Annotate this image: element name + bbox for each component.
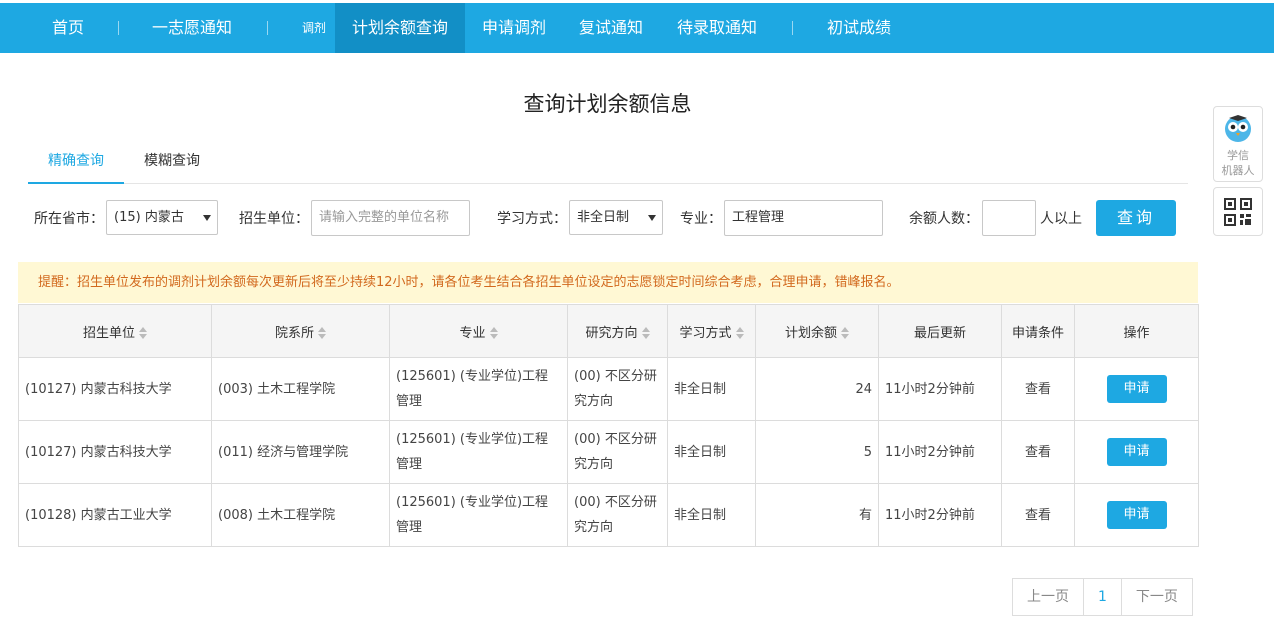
cell-remain: 24 (755, 357, 879, 421)
apply-button[interactable]: 申请 (1106, 375, 1167, 403)
page-title: 查询计划余额信息 (523, 92, 692, 116)
cell-dept: (008) 土木工程学院 (211, 483, 390, 547)
header-major[interactable]: 专业 (389, 304, 568, 358)
header-remain[interactable]: 计划余额 (755, 304, 879, 358)
results-table: 招生单位 院系所 专业 研究方向 学习方式 计划余额 最后更新 申请条件 操作 … (18, 304, 1199, 547)
notice-banner: 提醒：招生单位发布的调剂计划余额每次更新后将至少持续12小时，请各位考生结合各招… (18, 262, 1198, 303)
table-row: (10127) 内蒙古科技大学 (011) 经济与管理学院 (125601) (… (18, 420, 1199, 484)
cell-dept: (011) 经济与管理学院 (211, 420, 390, 484)
mode-label: 学习方式： (497, 211, 567, 227)
remain-suffix: 人以上 (1040, 211, 1082, 227)
cell-direction: (00) 不区分研究方向 (567, 420, 668, 484)
cell-action: 申请 (1074, 420, 1199, 484)
header-action: 操作 (1074, 304, 1199, 358)
table-row: (10127) 内蒙古科技大学 (003) 土木工程学院 (125601) (专… (18, 357, 1199, 421)
province-label: 所在省市： (34, 211, 104, 227)
cell-unit-link[interactable]: (10128) 内蒙古工业大学 (18, 483, 212, 547)
header-condition: 申请条件 (1001, 304, 1075, 358)
nav-separator (792, 21, 793, 35)
cell-direction: (00) 不区分研究方向 (567, 357, 668, 421)
robot-label-line2: 机器人 (1221, 164, 1255, 177)
next-page-button[interactable]: 下一页 (1122, 579, 1192, 615)
remain-label: 余额人数： (909, 211, 979, 227)
cell-updated: 11小时2分钟前 (878, 483, 1002, 547)
nav-plan-balance-query[interactable]: 计划余额查询 (335, 3, 465, 53)
nav-first-choice-notice[interactable]: 一志愿通知 (152, 3, 232, 53)
top-nav: 首页 一志愿通知 调剂 计划余额查询 申请调剂 复试通知 待录取通知 初试成绩 (0, 3, 1274, 53)
sort-icon[interactable] (641, 327, 650, 339)
nav-retest-notice[interactable]: 复试通知 (579, 3, 643, 53)
view-condition-link[interactable]: 查看 (1001, 420, 1075, 484)
apply-button[interactable]: 申请 (1106, 501, 1167, 529)
major-label: 专业： (680, 211, 722, 227)
nav-adjustment[interactable]: 调剂 (302, 3, 326, 53)
tab-fuzzy-query[interactable]: 模糊查询 (144, 150, 200, 170)
prev-page-button[interactable]: 上一页 (1013, 579, 1084, 615)
header-direction[interactable]: 研究方向 (567, 304, 668, 358)
qr-code-widget[interactable] (1213, 187, 1263, 236)
tab-exact-query[interactable]: 精确查询 (48, 150, 104, 170)
major-input[interactable]: 工程管理 (724, 200, 883, 236)
cell-dept: (003) 土木工程学院 (211, 357, 390, 421)
table-header-row: 招生单位 院系所 专业 研究方向 学习方式 计划余额 最后更新 申请条件 操作 (18, 304, 1199, 358)
sort-icon[interactable] (489, 327, 498, 339)
cell-major: (125601) (专业学位)工程管理 (389, 483, 568, 547)
cell-updated: 11小时2分钟前 (878, 420, 1002, 484)
view-condition-link[interactable]: 查看 (1001, 483, 1075, 547)
nav-separator (267, 21, 268, 35)
nav-home[interactable]: 首页 (52, 3, 84, 53)
query-button[interactable]: 查询 (1096, 200, 1176, 236)
chevron-down-icon (648, 214, 656, 221)
cell-action: 申请 (1074, 483, 1199, 547)
cell-unit-link[interactable]: (10127) 内蒙古科技大学 (18, 420, 212, 484)
header-dept[interactable]: 院系所 (211, 304, 390, 358)
cell-unit-link[interactable]: (10127) 内蒙古科技大学 (18, 357, 212, 421)
cell-major: (125601) (专业学位)工程管理 (389, 420, 568, 484)
robot-assistant-widget[interactable]: 学信 机器人 (1213, 106, 1263, 182)
nav-initial-scores[interactable]: 初试成绩 (827, 3, 891, 53)
nav-apply-adjustment[interactable]: 申请调剂 (482, 3, 546, 53)
sort-icon[interactable] (139, 327, 147, 339)
tab-active-indicator (28, 182, 124, 184)
header-updated: 最后更新 (878, 304, 1002, 358)
cell-mode: 非全日制 (667, 357, 756, 421)
cell-remain: 有 (755, 483, 879, 547)
unit-input-placeholder: 请输入完整的单位名称 (319, 210, 450, 225)
province-select-value: (15) 内蒙古 (114, 210, 184, 225)
unit-input[interactable]: 请输入完整的单位名称 (311, 200, 470, 236)
nav-separator (118, 21, 119, 35)
chevron-down-icon (203, 214, 211, 221)
cell-remain: 5 (755, 420, 879, 484)
qr-code-icon (1224, 198, 1252, 226)
mode-select[interactable]: 非全日制 (569, 200, 663, 235)
remain-count-input[interactable] (982, 200, 1036, 236)
pagination: 上一页 1 下一页 (1012, 578, 1193, 616)
header-mode[interactable]: 学习方式 (667, 304, 756, 358)
cell-action: 申请 (1074, 357, 1199, 421)
robot-label-line1: 学信 (1227, 149, 1249, 162)
major-input-value: 工程管理 (732, 210, 785, 225)
sort-icon[interactable] (318, 327, 326, 339)
header-unit[interactable]: 招生单位 (18, 304, 212, 358)
mode-select-value: 非全日制 (577, 210, 630, 225)
unit-label: 招生单位： (239, 211, 309, 227)
tab-divider (28, 183, 1188, 184)
province-select[interactable]: (15) 内蒙古 (106, 200, 218, 235)
sort-icon[interactable] (735, 327, 744, 339)
cell-direction: (00) 不区分研究方向 (567, 483, 668, 547)
apply-button[interactable]: 申请 (1106, 438, 1167, 466)
page-number-current[interactable]: 1 (1084, 579, 1122, 615)
robot-owl-icon (1225, 115, 1251, 142)
sort-icon[interactable] (841, 327, 849, 339)
cell-mode: 非全日制 (667, 420, 756, 484)
cell-updated: 11小时2分钟前 (878, 357, 1002, 421)
table-row: (10128) 内蒙古工业大学 (008) 土木工程学院 (125601) (专… (18, 483, 1199, 547)
view-condition-link[interactable]: 查看 (1001, 357, 1075, 421)
nav-pending-admission-notice[interactable]: 待录取通知 (677, 3, 757, 53)
cell-major: (125601) (专业学位)工程管理 (389, 357, 568, 421)
cell-mode: 非全日制 (667, 483, 756, 547)
